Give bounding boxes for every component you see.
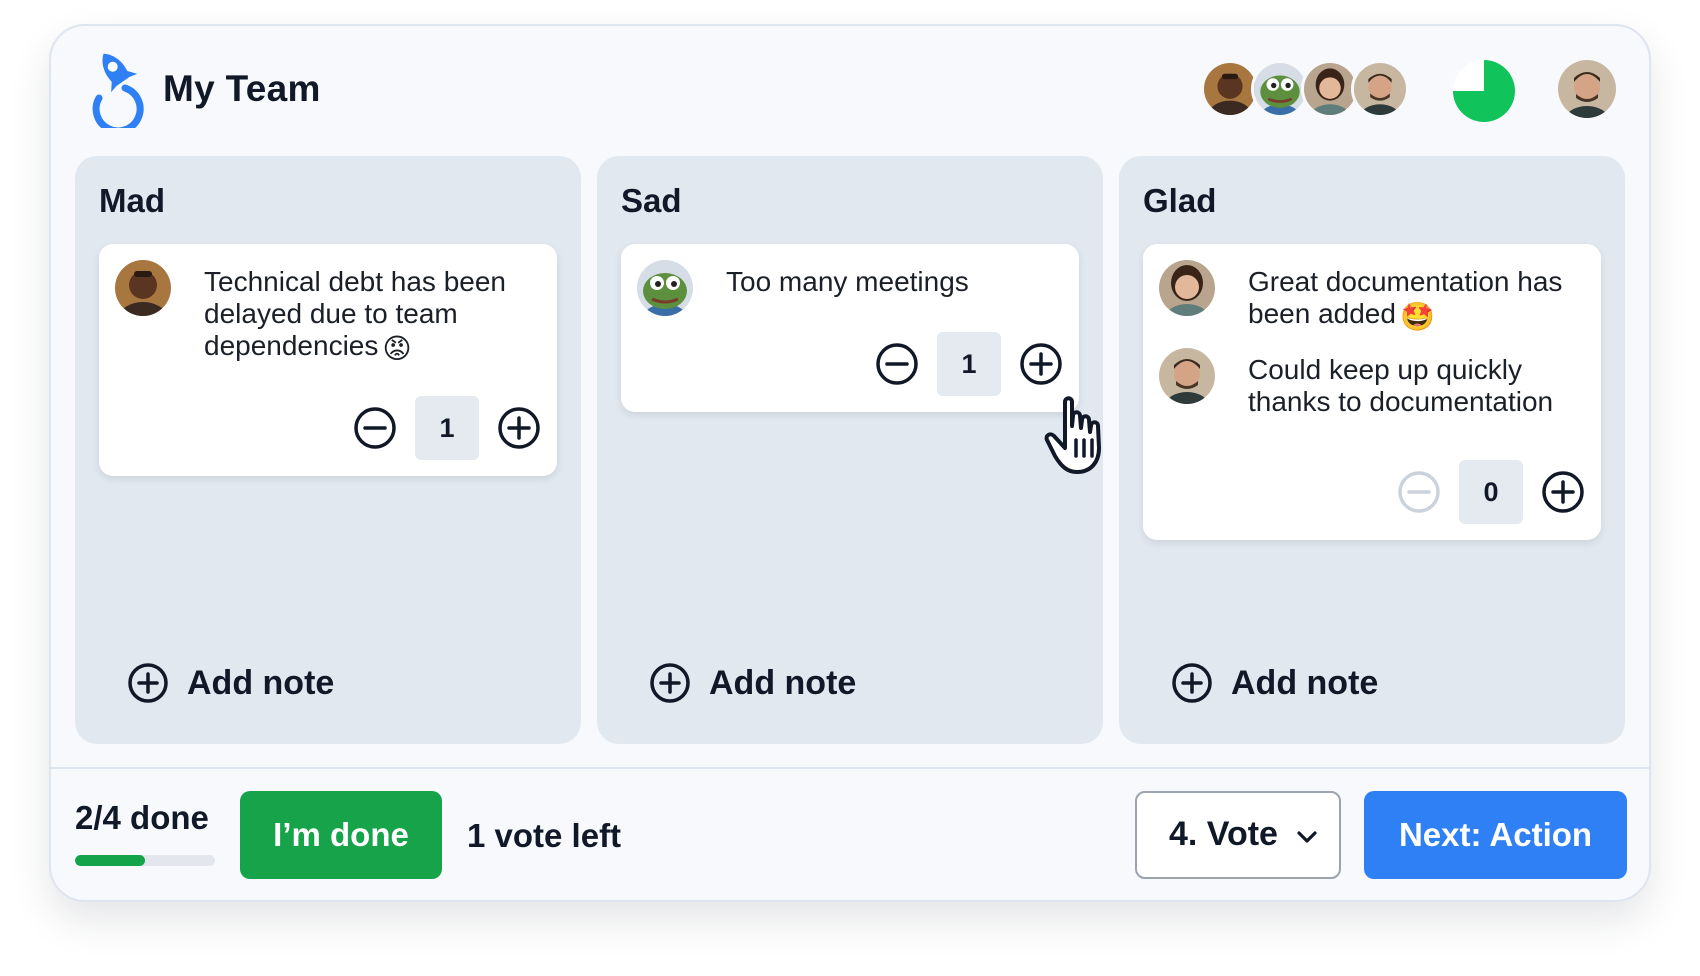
- author-avatar: [115, 260, 171, 316]
- author-avatar: [637, 260, 693, 316]
- current-user-avatar[interactable]: [1558, 60, 1616, 118]
- column-sad: Sad Too many meetings 1 Add note: [597, 156, 1103, 744]
- participant-avatar[interactable]: [1351, 60, 1409, 118]
- add-note-label: Add note: [187, 664, 335, 702]
- vote-count: 0: [1459, 460, 1523, 524]
- im-done-button[interactable]: I’m done: [240, 791, 442, 879]
- progress-label: 2/4 done: [75, 799, 209, 836]
- column-glad: Glad Great documentation has been added 🤩…: [1119, 156, 1625, 744]
- hand-pointer-cursor-icon: [1043, 392, 1129, 478]
- votes-left: 1 vote left: [467, 817, 622, 854]
- add-vote-button[interactable]: [1019, 342, 1063, 386]
- header: My Team: [51, 26, 1649, 154]
- add-note-label: Add note: [1231, 664, 1379, 702]
- column-mad: Mad Technical debt has been delayed due …: [75, 156, 581, 744]
- rocket-logo-icon: [85, 48, 147, 135]
- star-struck-emoji: 🤩: [1399, 301, 1435, 332]
- timer-pie-icon: [1451, 58, 1517, 124]
- note-text: Too many meetings: [726, 266, 969, 297]
- angry-face-emoji: 😡: [382, 333, 412, 364]
- chevron-down-icon: [1295, 829, 1319, 847]
- remove-vote-button[interactable]: [353, 406, 397, 450]
- note-card[interactable]: Technical debt has been delayed due to t…: [99, 244, 557, 476]
- remove-vote-button[interactable]: [1397, 470, 1441, 514]
- plus-circle-icon: [649, 662, 691, 704]
- add-note-label: Add note: [709, 664, 857, 702]
- author-avatar: [1159, 348, 1215, 404]
- progress-fill: [75, 855, 145, 866]
- add-vote-button[interactable]: [1541, 470, 1585, 514]
- plus-circle-icon: [1171, 662, 1213, 704]
- retro-board: My Team Mad Technical debt has been dela…: [49, 24, 1651, 902]
- note-text: Great documentation has been added 🤩: [1248, 266, 1563, 332]
- next-phase-button[interactable]: Next: Action: [1364, 791, 1627, 879]
- column-title: Mad: [99, 182, 165, 219]
- phase-select-value: 4. Vote: [1169, 815, 1278, 853]
- note-text: Could keep up quickly thanks to document…: [1248, 354, 1554, 417]
- remove-vote-button[interactable]: [875, 342, 919, 386]
- team-name: My Team: [163, 68, 321, 109]
- vote-count: 1: [415, 396, 479, 460]
- progress-bar: [75, 855, 215, 866]
- note-card[interactable]: Great documentation has been added 🤩 Coul…: [1143, 244, 1601, 540]
- column-title: Sad: [621, 182, 682, 219]
- plus-circle-icon: [127, 662, 169, 704]
- footer: 2/4 done I’m done 1 vote left 4. Vote Ne…: [51, 769, 1649, 900]
- add-vote-button[interactable]: [497, 406, 541, 450]
- author-avatar: [1159, 260, 1215, 316]
- vote-count: 1: [937, 332, 1001, 396]
- phase-select[interactable]: 4. Vote: [1135, 791, 1341, 879]
- column-title: Glad: [1143, 182, 1217, 219]
- note-text: Technical debt has been delayed due to t…: [204, 266, 506, 364]
- note-card[interactable]: Too many meetings 1: [621, 244, 1079, 412]
